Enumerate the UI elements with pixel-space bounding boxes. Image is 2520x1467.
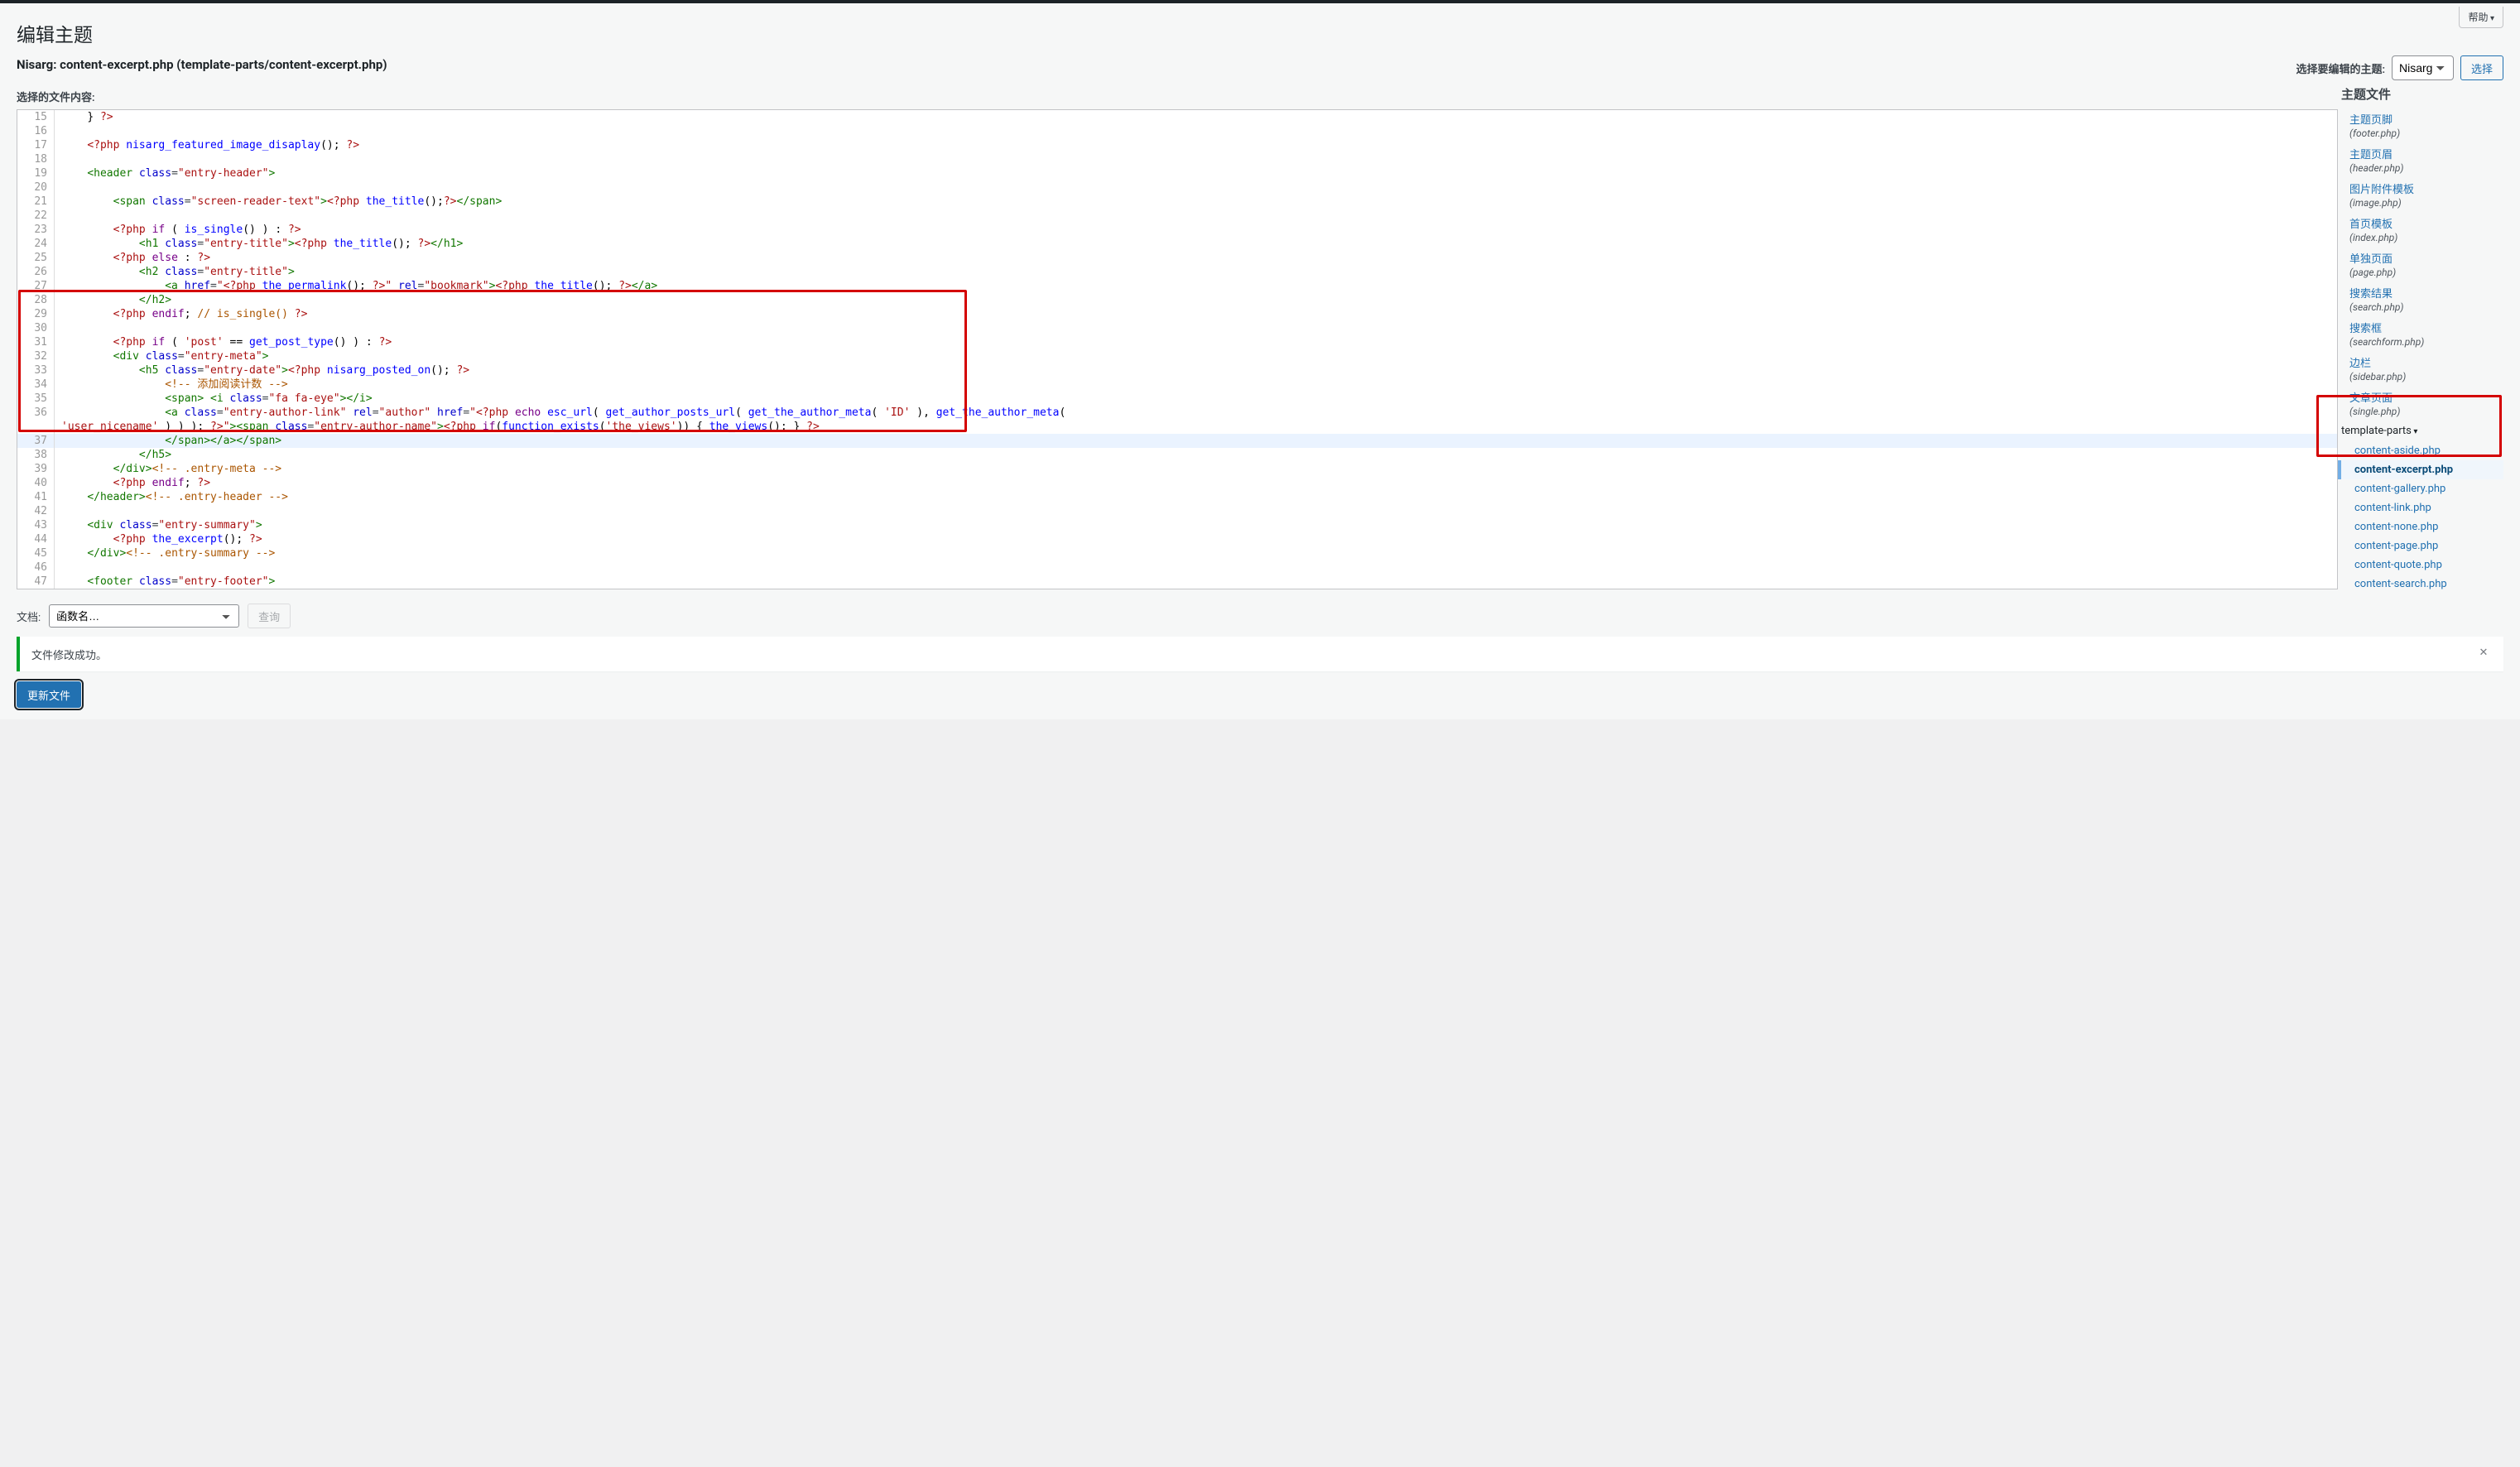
success-notice: 文件修改成功。 ✕	[17, 637, 2503, 671]
template-part-file[interactable]: content-quote.php	[2338, 556, 2503, 575]
code-line[interactable]: 30	[17, 321, 2337, 335]
select-button[interactable]: 选择	[2460, 55, 2503, 80]
code-line[interactable]: 35 <span> <i class="fa fa-eye"></i>	[17, 392, 2337, 406]
function-select[interactable]: 函数名…	[49, 604, 239, 628]
theme-file-item[interactable]: 搜索结果(search.php)	[2338, 281, 2503, 316]
theme-file-item[interactable]: 搜索框(searchform.php)	[2338, 316, 2503, 351]
template-part-file[interactable]: content-page.php	[2338, 536, 2503, 556]
lookup-button[interactable]: 查询	[248, 604, 291, 628]
update-file-button[interactable]: 更新文件	[17, 681, 81, 708]
template-part-file[interactable]: content-gallery.php	[2338, 479, 2503, 498]
code-line[interactable]: 19 <header class="entry-header">	[17, 166, 2337, 180]
code-line[interactable]: 29 <?php endif; // is_single() ?>	[17, 307, 2337, 321]
code-line-wrap[interactable]: 'user_nicename' ) ) ); ?>"><span class="…	[17, 420, 2337, 434]
theme-file-item[interactable]: 首页模板(index.php)	[2338, 212, 2503, 247]
docs-label: 文档:	[17, 608, 41, 624]
code-line[interactable]: 24 <h1 class="entry-title"><?php the_tit…	[17, 237, 2337, 251]
selected-file-label: 选择的文件内容:	[17, 89, 2338, 104]
code-line[interactable]: 38 </h5>	[17, 448, 2337, 462]
code-line[interactable]: 27 <a href="<?php the_permalink(); ?>" r…	[17, 279, 2337, 293]
code-line[interactable]: 42	[17, 504, 2337, 518]
code-line[interactable]: 16	[17, 124, 2337, 138]
template-part-file[interactable]: content-none.php	[2338, 517, 2503, 536]
code-line[interactable]: 31 <?php if ( 'post' == get_post_type() …	[17, 335, 2337, 349]
code-line[interactable]: 23 <?php if ( is_single() ) : ?>	[17, 223, 2337, 237]
code-line[interactable]: 15 } ?>	[17, 110, 2337, 124]
code-line[interactable]: 34 <!-- 添加阅读计数 -->	[17, 378, 2337, 392]
code-line[interactable]: 40 <?php endif; ?>	[17, 476, 2337, 490]
theme-files-header: 主题文件	[2338, 80, 2503, 108]
code-line[interactable]: 18	[17, 152, 2337, 166]
code-line[interactable]: 43 <div class="entry-summary">	[17, 518, 2337, 532]
code-line[interactable]: 32 <div class="entry-meta">	[17, 349, 2337, 363]
template-part-file[interactable]: content-link.php	[2338, 498, 2503, 517]
help-tab[interactable]: 帮助	[2459, 7, 2503, 28]
code-line[interactable]: 41 </header><!-- .entry-header -->	[17, 490, 2337, 504]
code-line[interactable]: 36 <a class="entry-author-link" rel="aut…	[17, 406, 2337, 420]
theme-file-item[interactable]: 图片附件模板(image.php)	[2338, 177, 2503, 212]
code-line[interactable]: 22	[17, 209, 2337, 223]
code-line[interactable]: 37 </span></a></span>	[17, 434, 2337, 448]
file-heading: Nisarg: content-excerpt.php (template-pa…	[17, 57, 387, 72]
code-line[interactable]: 47 <footer class="entry-footer">	[17, 575, 2337, 589]
code-line[interactable]: 28 </h2>	[17, 293, 2337, 307]
template-part-file[interactable]: content-aside.php	[2338, 441, 2503, 460]
theme-file-item[interactable]: 边栏(sidebar.php)	[2338, 351, 2503, 386]
code-line[interactable]: 44 <?php the_excerpt(); ?>	[17, 532, 2337, 546]
theme-select-label: 选择要编辑的主题:	[2296, 60, 2385, 76]
code-line[interactable]: 39 </div><!-- .entry-meta -->	[17, 462, 2337, 476]
theme-select[interactable]: Nisarg	[2392, 55, 2454, 80]
code-line[interactable]: 17 <?php nisarg_featured_image_disaplay(…	[17, 138, 2337, 152]
theme-file-item[interactable]: 文章页面(single.php)	[2338, 386, 2503, 421]
code-line[interactable]: 33 <h5 class="entry-date"><?php nisarg_p…	[17, 363, 2337, 378]
code-line[interactable]: 21 <span class="screen-reader-text"><?ph…	[17, 195, 2337, 209]
template-part-file[interactable]: content-excerpt.php	[2338, 460, 2503, 479]
theme-file-item[interactable]: 主题页眉(header.php)	[2338, 142, 2503, 177]
dismiss-notice-icon[interactable]: ✕	[2475, 646, 2492, 662]
page-title: 编辑主题	[17, 12, 2503, 51]
theme-file-item[interactable]: 主题页脚(footer.php)	[2338, 108, 2503, 142]
template-part-file[interactable]: content-search.php	[2338, 575, 2503, 594]
code-line[interactable]: 45 </div><!-- .entry-summary -->	[17, 546, 2337, 560]
folder-template-parts[interactable]: template-parts	[2338, 421, 2503, 441]
notice-text: 文件修改成功。	[31, 647, 107, 662]
code-line[interactable]: 26 <h2 class="entry-title">	[17, 265, 2337, 279]
code-line[interactable]: 46	[17, 560, 2337, 575]
code-line[interactable]: 25 <?php else : ?>	[17, 251, 2337, 265]
code-line[interactable]: 20	[17, 180, 2337, 195]
theme-file-item[interactable]: 单独页面(page.php)	[2338, 247, 2503, 281]
code-editor[interactable]: 15 } ?>16 17 <?php nisarg_featured_image…	[17, 109, 2338, 589]
